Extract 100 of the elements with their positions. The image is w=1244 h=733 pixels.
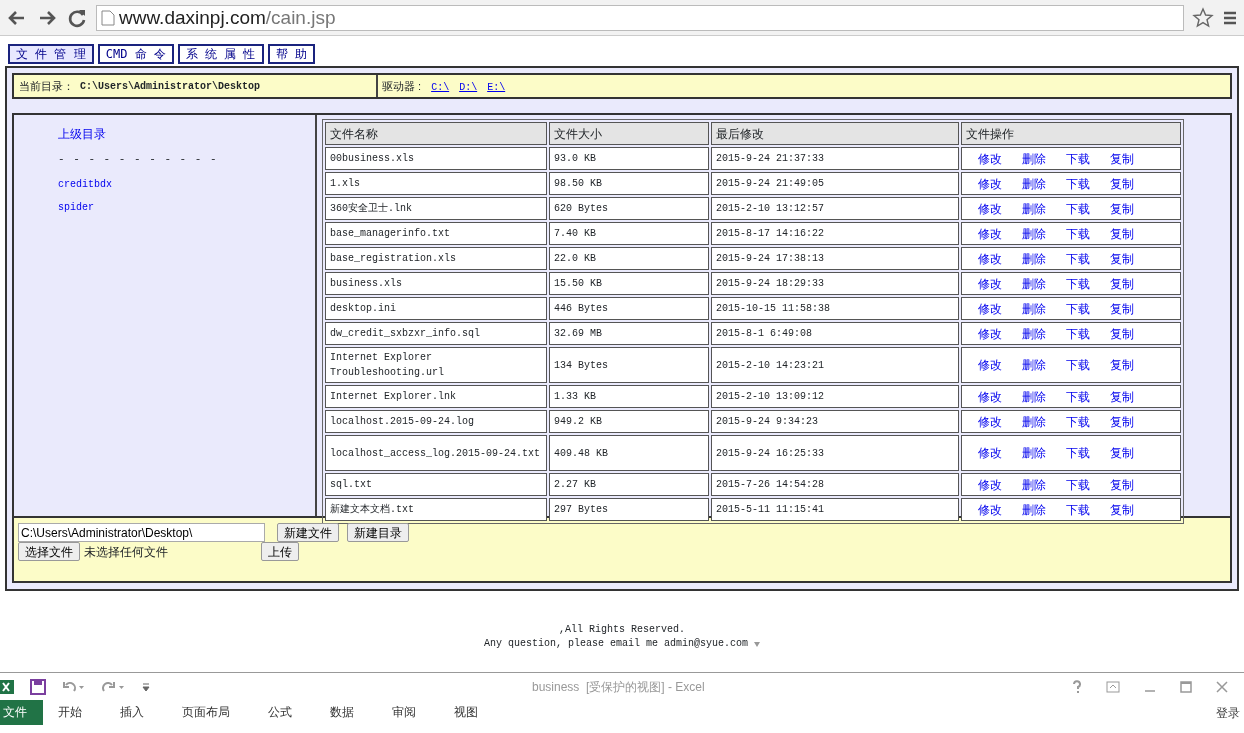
action-link[interactable]: 修改 <box>978 301 1002 316</box>
menu-tab[interactable]: 系 统 属 性 <box>177 44 264 64</box>
action-link[interactable]: 删除 <box>1022 276 1046 291</box>
action-link[interactable]: 修改 <box>978 358 1002 372</box>
ribbon-tab[interactable]: 开始 <box>43 700 97 725</box>
drive-link[interactable]: D:\ <box>459 81 478 93</box>
action-link[interactable]: 修改 <box>978 151 1002 166</box>
action-link[interactable]: 下载 <box>1066 201 1090 216</box>
action-link[interactable]: 删除 <box>1022 151 1046 166</box>
action-link[interactable]: 下载 <box>1066 251 1090 266</box>
action-link[interactable]: 修改 <box>978 446 1002 460</box>
action-link[interactable]: 下载 <box>1066 176 1090 191</box>
action-link[interactable]: 复制 <box>1110 251 1134 266</box>
sign-in-link[interactable]: 登录 <box>1216 703 1240 722</box>
action-link[interactable]: 删除 <box>1022 446 1046 460</box>
ribbon-tab[interactable]: 页面布局 <box>167 700 245 725</box>
drive-link[interactable]: C:\ <box>431 81 450 93</box>
action-link[interactable]: 复制 <box>1110 326 1134 341</box>
modified-cell: 2015-9-24 18:29:33 <box>711 272 959 295</box>
action-link[interactable]: 删除 <box>1022 477 1046 492</box>
menu-tab[interactable]: 文 件 管 理 <box>8 44 94 64</box>
action-link[interactable]: 删除 <box>1022 176 1046 191</box>
action-link[interactable]: 下载 <box>1066 446 1090 460</box>
help-icon[interactable] <box>1072 679 1082 694</box>
action-link[interactable]: 下载 <box>1066 502 1090 517</box>
action-link[interactable]: 修改 <box>978 389 1002 404</box>
action-link[interactable]: 修改 <box>978 502 1002 517</box>
action-link[interactable]: 复制 <box>1110 358 1134 372</box>
choose-file-button[interactable]: 选择文件 <box>18 542 80 561</box>
action-link[interactable]: 复制 <box>1110 176 1134 191</box>
action-link[interactable]: 复制 <box>1110 502 1134 517</box>
action-link[interactable]: 删除 <box>1022 226 1046 241</box>
action-link[interactable]: 复制 <box>1110 201 1134 216</box>
customize-toolbar-icon[interactable] <box>142 681 150 692</box>
redo-icon[interactable] <box>102 679 126 694</box>
action-link[interactable]: 下载 <box>1066 301 1090 316</box>
action-link[interactable]: 删除 <box>1022 389 1046 404</box>
action-link[interactable]: 复制 <box>1110 226 1134 241</box>
action-link[interactable]: 下载 <box>1066 477 1090 492</box>
action-link[interactable]: 下载 <box>1066 226 1090 241</box>
menu-icon[interactable] <box>1222 9 1238 26</box>
ribbon-tab[interactable]: 公式 <box>253 700 307 725</box>
maximize-icon[interactable] <box>1180 680 1192 693</box>
menu-tab[interactable]: CMD 命 令 <box>97 44 174 64</box>
drive-link[interactable]: E:\ <box>487 81 506 93</box>
ribbon-tab[interactable]: 插入 <box>105 700 159 725</box>
action-link[interactable]: 修改 <box>978 251 1002 266</box>
close-icon[interactable] <box>1216 680 1228 693</box>
action-link[interactable]: 删除 <box>1022 301 1046 316</box>
action-link[interactable]: 修改 <box>978 326 1002 341</box>
file-size-cell: 1.33 KB <box>549 385 709 408</box>
action-link[interactable]: 复制 <box>1110 446 1134 460</box>
separator-text: - - - - - - - - - - - <box>58 154 218 164</box>
new-folder-button[interactable]: 新建目录 <box>347 523 409 542</box>
action-link[interactable]: 修改 <box>978 477 1002 492</box>
file-size-cell: 409.48 KB <box>549 435 709 471</box>
ribbon-tab[interactable]: 数据 <box>315 700 369 725</box>
ribbon-display-icon[interactable] <box>1106 680 1120 693</box>
undo-icon[interactable] <box>62 679 86 694</box>
action-link[interactable]: 删除 <box>1022 326 1046 341</box>
action-link[interactable]: 删除 <box>1022 201 1046 216</box>
action-link[interactable]: 修改 <box>978 414 1002 429</box>
upload-button[interactable]: 上传 <box>261 542 299 561</box>
action-link[interactable]: 复制 <box>1110 414 1134 429</box>
action-link[interactable]: 修改 <box>978 201 1002 216</box>
action-link[interactable]: 下载 <box>1066 358 1090 372</box>
action-link[interactable]: 复制 <box>1110 301 1134 316</box>
menu-tab[interactable]: 帮 助 <box>267 44 315 64</box>
action-link[interactable]: 下载 <box>1066 326 1090 341</box>
action-link[interactable]: 复制 <box>1110 276 1134 291</box>
action-link[interactable]: 修改 <box>978 276 1002 291</box>
action-link[interactable]: 复制 <box>1110 151 1134 166</box>
action-link[interactable]: 复制 <box>1110 477 1134 492</box>
current-dir-path: C:\Users\Administrator\Desktop <box>80 79 261 94</box>
action-link[interactable]: 复制 <box>1110 389 1134 404</box>
modified-cell: 2015-5-11 11:15:41 <box>711 498 959 521</box>
address-bar[interactable]: www.daxinpj.com/cain.jsp <box>96 4 1184 31</box>
ribbon-tab[interactable]: 视图 <box>439 700 493 725</box>
action-link[interactable]: 修改 <box>978 226 1002 241</box>
ribbon-tab[interactable]: 文件 <box>0 700 43 725</box>
action-link[interactable]: 删除 <box>1022 414 1046 429</box>
folder-link[interactable]: creditbdx <box>58 177 112 192</box>
action-link[interactable]: 下载 <box>1066 414 1090 429</box>
action-link[interactable]: 修改 <box>978 176 1002 191</box>
save-icon[interactable] <box>30 678 46 695</box>
parent-dir-link[interactable]: 上级目录 <box>58 127 106 141</box>
action-link[interactable]: 下载 <box>1066 389 1090 404</box>
folder-link[interactable]: spider <box>58 200 94 215</box>
action-link[interactable]: 删除 <box>1022 358 1046 372</box>
new-file-button[interactable]: 新建文件 <box>277 523 339 542</box>
action-link[interactable]: 下载 <box>1066 151 1090 166</box>
action-link[interactable]: 下载 <box>1066 276 1090 291</box>
action-link[interactable]: 删除 <box>1022 251 1046 266</box>
file-size-cell: 620 Bytes <box>549 197 709 220</box>
path-input[interactable]: C:\Users\Administrator\Desktop\ <box>18 523 265 542</box>
ribbon-tab[interactable]: 审阅 <box>377 700 431 725</box>
modified-cell: 2015-9-24 21:37:33 <box>711 147 959 170</box>
action-link[interactable]: 删除 <box>1022 502 1046 517</box>
file-name-cell: sql.txt <box>325 473 547 496</box>
bookmark-star-icon[interactable] <box>1192 6 1214 29</box>
